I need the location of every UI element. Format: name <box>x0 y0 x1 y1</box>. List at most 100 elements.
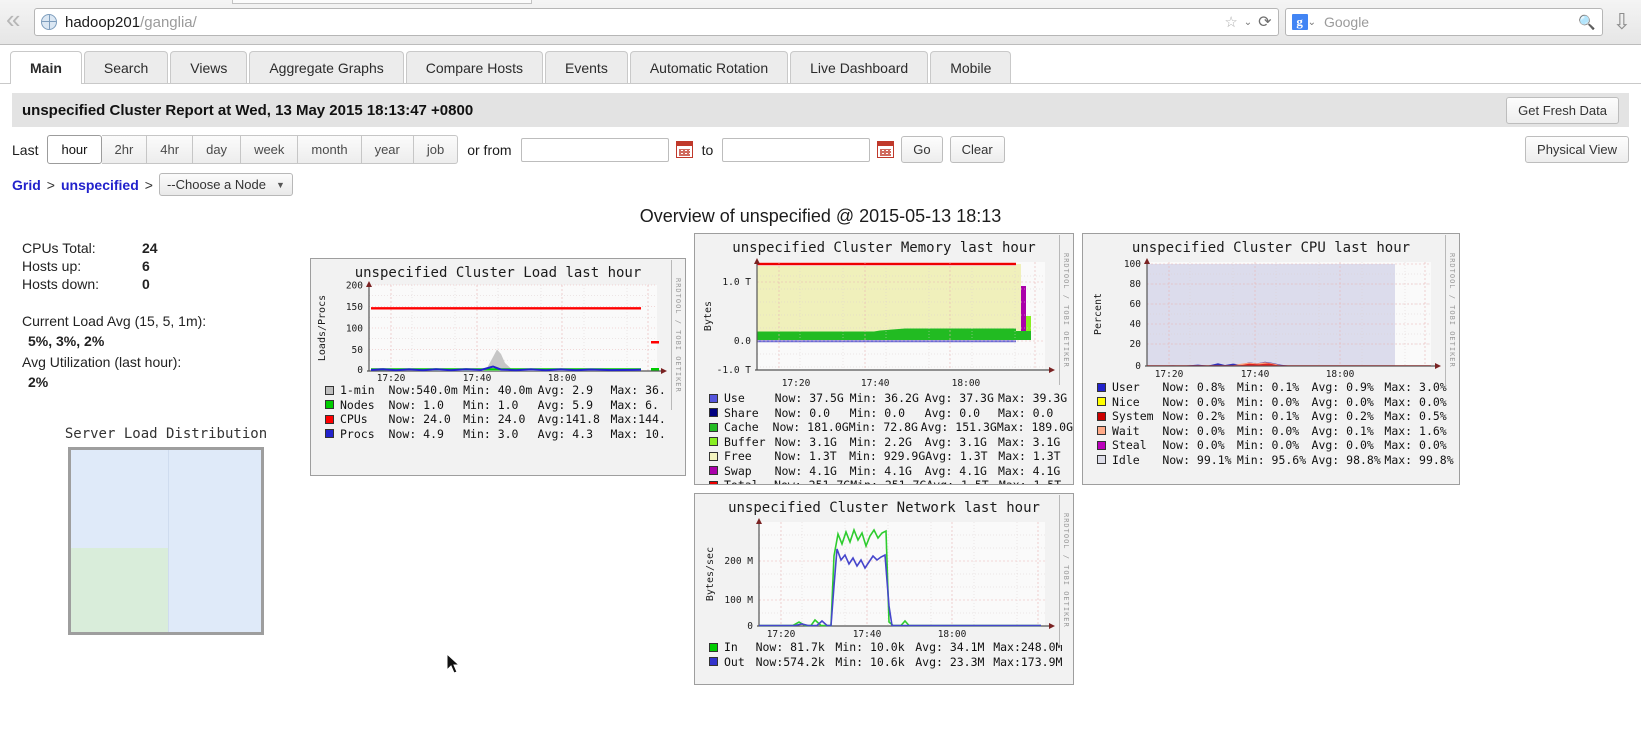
clear-button[interactable]: Clear <box>949 136 1005 163</box>
legend-max: Max: 39.3G <box>997 391 1068 405</box>
load-cell-green[interactable] <box>71 548 168 633</box>
legend-max: Max: 3.1G <box>997 434 1061 449</box>
legend-row: Idle Now: 99.1% Min: 95.6% Avg: 98.8% Max: 9… <box>1097 453 1459 468</box>
calendar-icon-from[interactable] <box>675 141 693 158</box>
legend-now: Now: 1.3T <box>774 449 837 463</box>
node-select-dropdown[interactable]: --Choose a Node ▼ <box>158 173 293 196</box>
legend-swatch-icon <box>709 642 718 652</box>
svg-text:-1.0 T: -1.0 T <box>717 365 752 376</box>
legend-min: Min: 0.0% <box>1236 423 1300 438</box>
url-path: /ganglia/ <box>140 13 197 31</box>
server-load-distribution-map[interactable] <box>68 447 264 636</box>
legend-min: Min: 251.7G <box>850 478 927 485</box>
range-option-year[interactable]: year <box>361 135 414 164</box>
plot-cluster-memory: 1.0 T 0.0 -1.0 T Bytes <box>703 258 1055 376</box>
legend-now: Now: 0.0% <box>1162 394 1225 409</box>
report-header: unspecified Cluster Report at Wed, 13 Ma… <box>12 93 1629 127</box>
range-option-week[interactable]: week <box>241 135 299 164</box>
nav-tab-mobile[interactable]: Mobile <box>930 51 1012 83</box>
legend-swatch-icon <box>709 422 718 432</box>
nav-tab-automatic-rotation[interactable]: Automatic Rotation <box>629 51 789 83</box>
svg-text:17:40: 17:40 <box>463 373 492 381</box>
google-logo-icon[interactable]: g <box>1291 14 1308 30</box>
legend-row: Procs Now: 4.9 Min: 3.0 Avg: 4.3 Max: 10. <box>325 427 685 442</box>
cluster-stat-key: Hosts down: <box>22 276 100 292</box>
from-date-input[interactable] <box>520 137 669 162</box>
legend-now: Now: 81.7k <box>755 640 825 654</box>
legend-name: Nodes <box>340 397 375 412</box>
legend-swatch-icon <box>325 414 334 424</box>
legend-row: Steal Now: 0.0% Min: 0.0% Avg: 0.0% Max: 0.0… <box>1097 438 1459 453</box>
legend-max: Max: 0.0% <box>1384 438 1447 452</box>
legend-max: Max: 1.3T <box>998 449 1061 463</box>
address-bar[interactable]: hadoop201/ganglia/ ☆ ⌄ ⟳ <box>34 8 1279 36</box>
physical-view-button[interactable]: Physical View <box>1525 136 1629 163</box>
range-option-4hr[interactable]: 4hr <box>147 135 194 164</box>
overview-title: Overview of unspecified @ 2015-05-13 18:… <box>639 206 1002 226</box>
range-option-hour[interactable]: hour <box>47 135 102 164</box>
chevron-down-icon[interactable]: ⌄ <box>1244 17 1252 28</box>
nav-tab-views[interactable]: Views <box>170 51 248 83</box>
legend-avg: Avg: 5.9 <box>537 397 594 412</box>
svg-text:100: 100 <box>1124 259 1141 270</box>
nav-tab-events[interactable]: Events <box>545 51 628 83</box>
cluster-summary-sidebar: CPUs Total: 24 Hosts up: 6 Hosts down: 0 Curr… <box>12 233 310 685</box>
graphs-area: RRDTOOL / TOBI OETIKER unspecified Clust… <box>310 233 1629 685</box>
browser-tab-stub[interactable] <box>232 0 532 4</box>
cluster-stat-row: CPUs Total: 24 <box>22 239 158 257</box>
legend-swatch-icon <box>325 429 334 439</box>
legend-name: Free <box>724 449 752 463</box>
graph-panel-cluster-cpu[interactable]: RRDTOOL / TOBI OETIKER unspecified Clust… <box>1082 233 1460 485</box>
reload-icon[interactable]: ⟳ <box>1258 12 1271 32</box>
nav-tab-search[interactable]: Search <box>83 51 169 83</box>
server-load-distribution-title: Server Load Distribution <box>64 426 268 443</box>
graph-panel-cluster-load[interactable]: RRDTOOL / TOBI OETIKER unspecified Clust… <box>310 258 686 476</box>
current-load-avg-label: Current Load Avg (15, 5, 1m): <box>22 313 207 329</box>
breadcrumb-cluster-link[interactable]: unspecified <box>61 177 139 193</box>
calendar-icon-to[interactable] <box>877 141 895 158</box>
legend-row: Total Now: 251.7G Min: 251.7G Avg: 1.5T Max:… <box>709 478 1073 485</box>
legend-avg: Avg: 4.1G <box>924 463 987 478</box>
breadcrumb-grid-link[interactable]: Grid <box>12 177 41 193</box>
nav-tab-aggregate-graphs[interactable]: Aggregate Graphs <box>249 51 404 83</box>
graph-title-cluster-network: unspecified Cluster Network last hour <box>728 500 1040 516</box>
legend-now: Now: 4.9 <box>388 426 444 441</box>
range-option-2hr[interactable]: 2hr <box>101 135 148 164</box>
get-fresh-data-button[interactable]: Get Fresh Data <box>1506 96 1619 124</box>
rrdtool-watermark: RRDTOOL / TOBI OETIKER <box>1445 235 1458 385</box>
downloads-icon[interactable]: ⇩ <box>1613 9 1631 35</box>
cluster-stats-table: CPUs Total: 24 Hosts up: 6 Hosts down: 0 <box>22 239 158 293</box>
legend-avg: Avg: 3.1G <box>924 434 987 449</box>
search-icon[interactable]: 🔍 <box>1578 14 1595 31</box>
legend-row: Swap Now: 4.1G Min: 4.1G Avg: 4.1G Max: 4.1G <box>709 464 1073 479</box>
legend-min: Min: 0.0% <box>1236 438 1300 452</box>
range-option-day[interactable]: day <box>193 135 242 164</box>
legend-max: Max:144. <box>610 412 666 426</box>
svg-text:Loads/Procs: Loads/Procs <box>317 295 328 361</box>
legend-swatch-icon <box>709 451 718 461</box>
legend-now: Now: 0.0 <box>774 405 830 420</box>
nav-tab-live-dashboard[interactable]: Live Dashboard <box>790 51 929 83</box>
legend-swatch-icon <box>325 385 334 395</box>
graph-panel-cluster-memory[interactable]: RRDTOOL / TOBI OETIKER unspecified Clust… <box>694 233 1074 485</box>
nav-tab-compare-hosts[interactable]: Compare Hosts <box>405 51 544 83</box>
browser-search-input[interactable]: Google <box>1324 14 1578 30</box>
nav-tab-main[interactable]: Main <box>10 51 82 84</box>
legend-now: Now: 181.0G <box>772 420 849 434</box>
svg-text:100 M: 100 M <box>724 595 753 606</box>
search-engine-chevron-icon[interactable]: ⌄ <box>1308 17 1316 28</box>
legend-name: In <box>724 640 738 654</box>
range-option-month[interactable]: month <box>298 135 362 164</box>
to-date-input[interactable] <box>722 137 871 162</box>
svg-text:40: 40 <box>1130 319 1142 330</box>
legend-min: Min: 72.8G <box>848 420 918 434</box>
legend-now: Now: 0.2% <box>1162 409 1225 423</box>
bookmark-star-icon[interactable]: ☆ <box>1224 13 1237 31</box>
graph-title-cluster-load: unspecified Cluster Load last hour <box>354 265 642 281</box>
go-button[interactable]: Go <box>901 136 943 163</box>
back-arrow-icon[interactable] <box>6 4 32 35</box>
range-option-job[interactable]: job <box>413 135 459 164</box>
browser-search-bar[interactable]: g ⌄ Google 🔍 <box>1284 8 1603 36</box>
legend-swatch-icon <box>709 480 718 484</box>
graph-panel-cluster-network[interactable]: RRDTOOL / TOBI OETIKER unspecified Clust… <box>694 493 1074 685</box>
